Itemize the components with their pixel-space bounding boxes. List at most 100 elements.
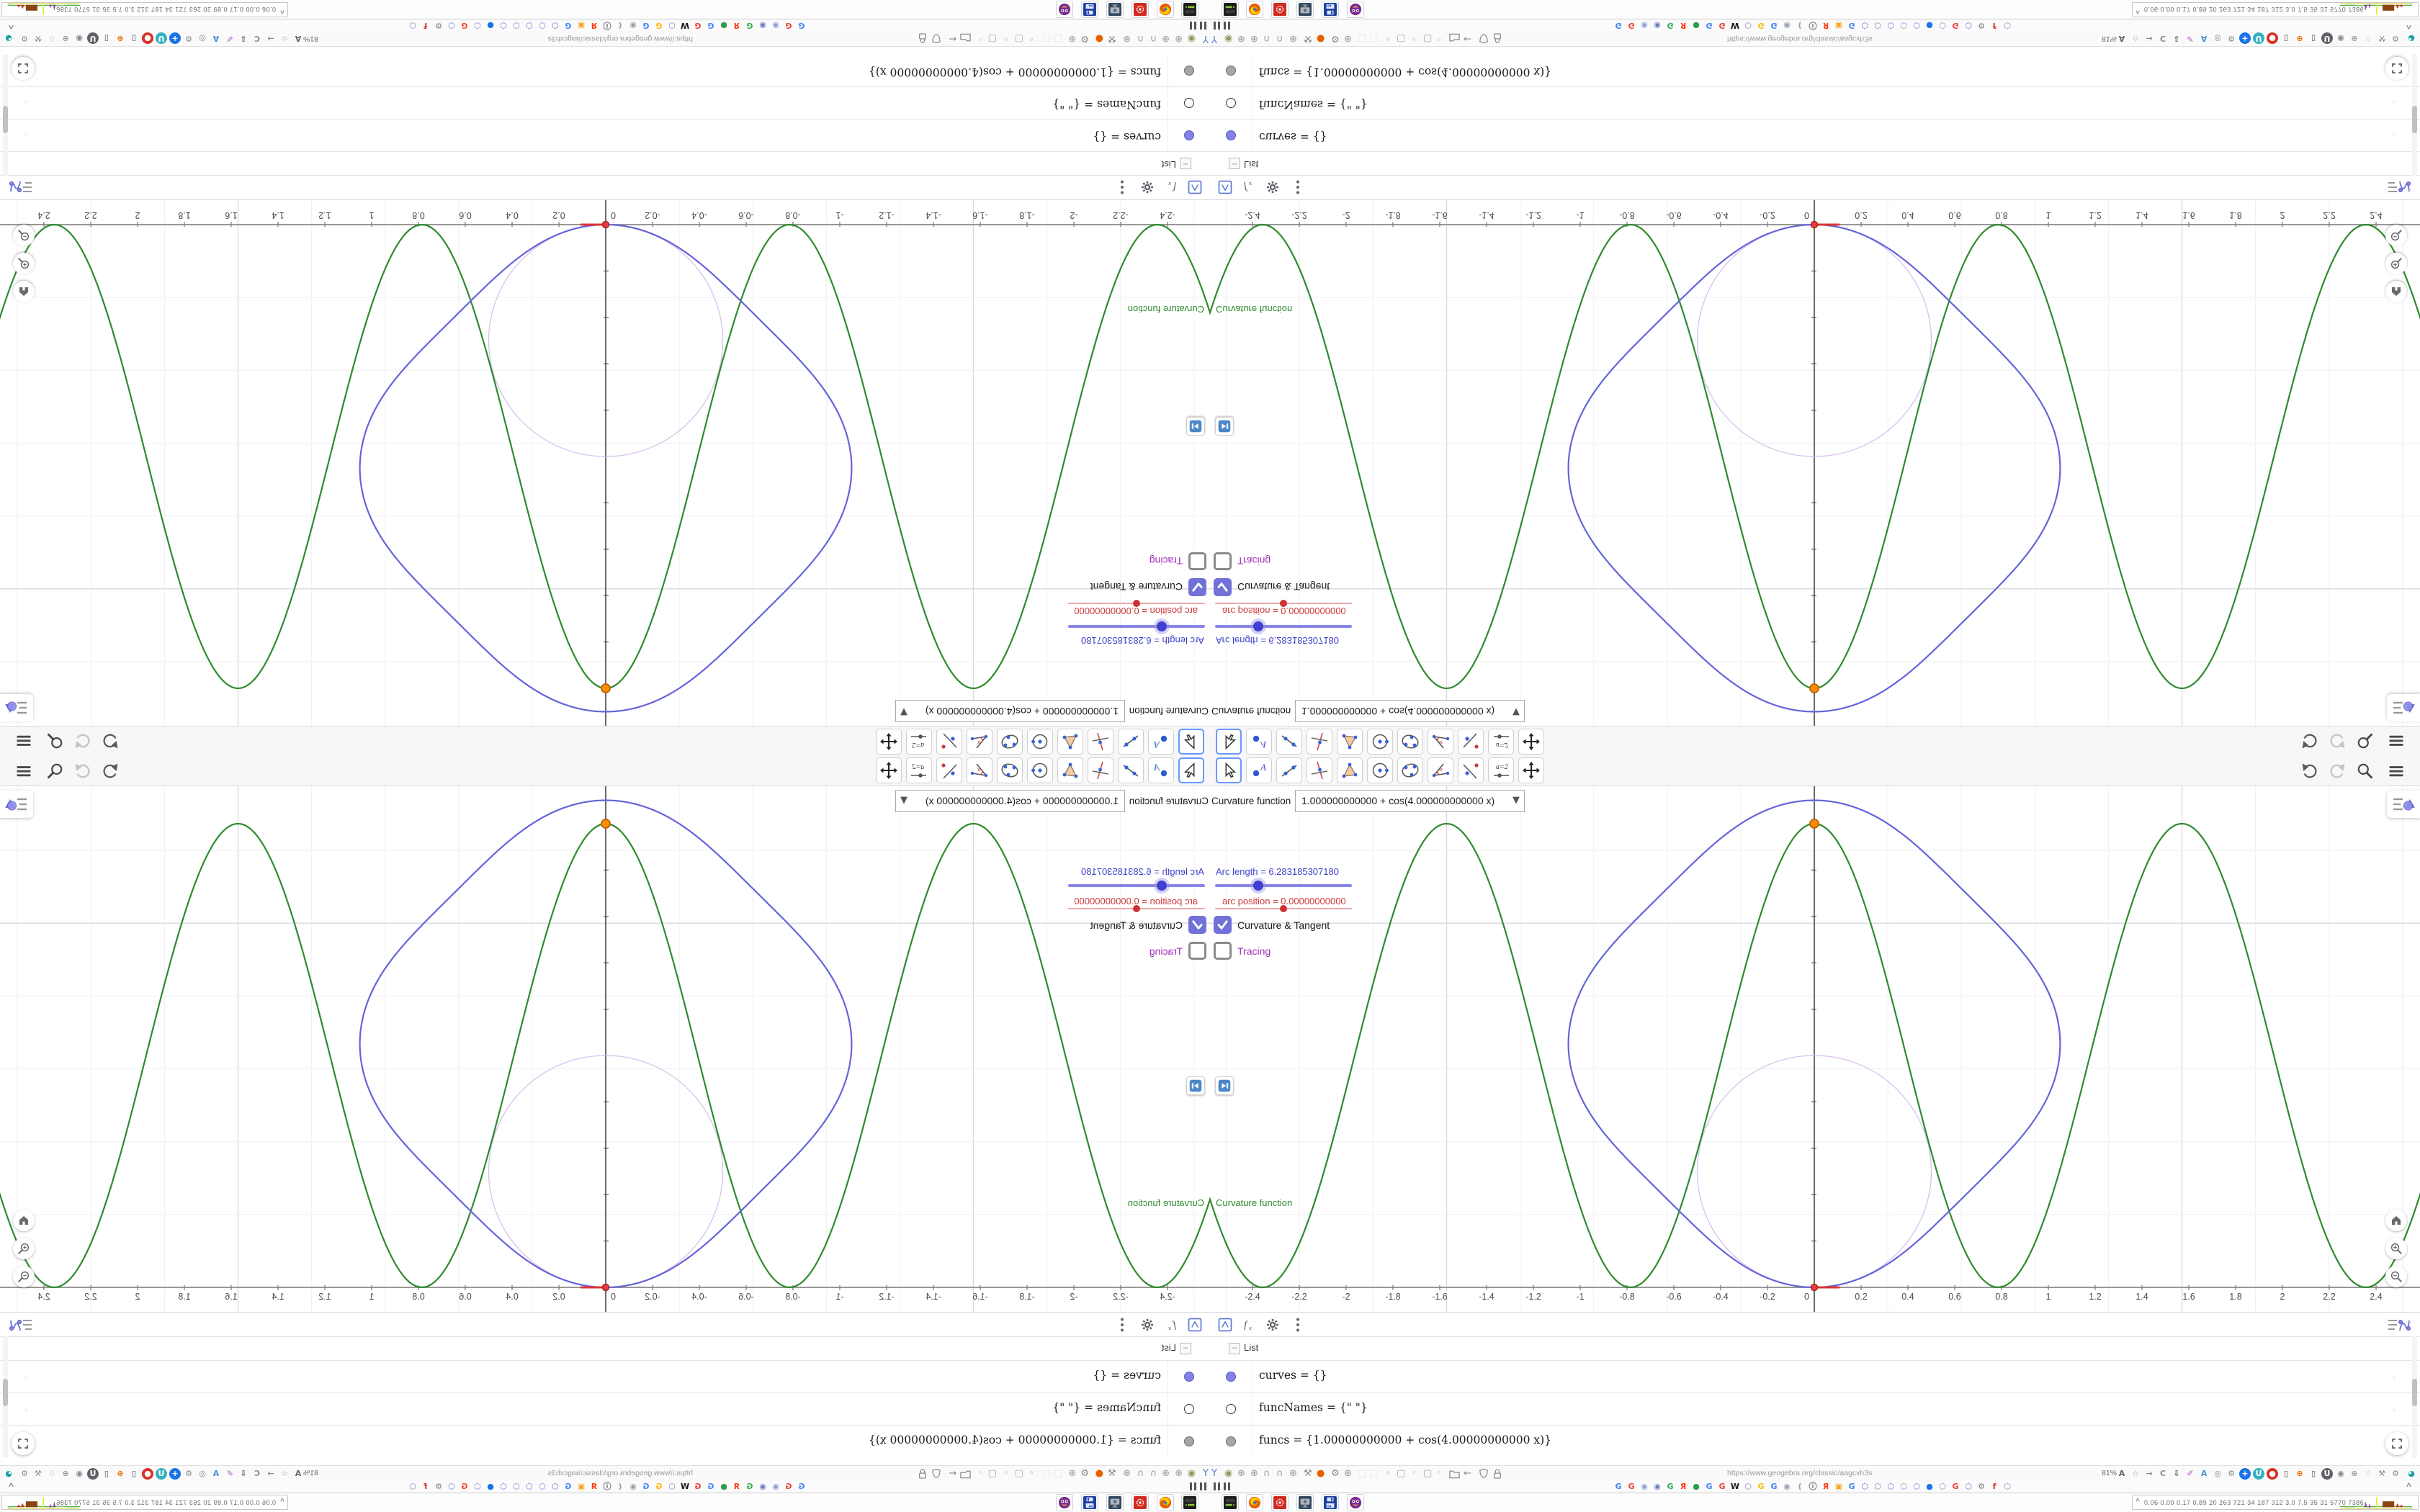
kebab-menu-icon[interactable] [1289,1316,1307,1333]
browser-action-icon[interactable]: ⚙ [19,32,30,44]
browser-action-icon[interactable]: ⚙ [2390,32,2401,44]
ellipse-tool[interactable] [997,729,1023,755]
curvature-tangent-checkbox[interactable] [1188,578,1206,596]
browser-extension-icon[interactable]: ∩ [1150,30,1157,46]
browser-extension-icon[interactable]: ⚒ [1108,30,1116,46]
bookmark-favicon[interactable]: f [421,20,431,30]
algebra-row[interactable]: funcNames = {" "} [1210,1392,2420,1426]
redo-button[interactable] [2326,730,2348,752]
bookmark-favicon[interactable]: ( [615,20,625,30]
bookmark-favicon[interactable]: ⬡ [1873,20,1883,30]
browser-extension-icon[interactable]: ▢ [1397,30,1405,46]
bookmark-favicon[interactable]: ⬡ [1899,20,1909,30]
bookmark-favicon[interactable]: ⬡ [408,20,418,30]
chevron-up-icon[interactable]: ^ [2406,21,2411,31]
bookmark-favicon[interactable]: G [693,1482,703,1492]
browser-action-icon[interactable]: ✐ [2184,1468,2196,1480]
browser-action-icon[interactable]: ⚙ [183,1468,194,1480]
bookmark-favicon[interactable]: ⬡ [472,1482,483,1492]
browser-extension-icon[interactable]: ▢ [1369,1466,1378,1482]
browser-extension-icon[interactable]: ◉ [1224,30,1232,46]
undo-button[interactable] [99,760,121,782]
home-button[interactable] [2385,1210,2407,1231]
browser-action-icon[interactable]: ● [142,32,153,44]
taskbar-app-emulator[interactable]: 64 [1322,1,1339,18]
bookmark-favicon[interactable]: G [563,20,573,30]
arc-length-knob[interactable] [1157,881,1167,891]
redo-button[interactable] [72,760,94,782]
gear-icon[interactable] [1264,1316,1281,1333]
bookmark-favicon[interactable]: ⬡ [447,20,457,30]
visibility-marble[interactable] [1184,1404,1194,1414]
function-chooser-dropdown[interactable]: 1.000000000000 + cos(4.000000000000 x) ▼ [1295,700,1525,722]
bookmark-favicon[interactable]: G [1665,20,1675,30]
browser-extension-icon[interactable]: ● [1095,30,1103,46]
browser-extension-icon[interactable]: ● [1317,1466,1325,1482]
gear-icon[interactable] [1139,1316,1156,1333]
browser-extension-icon[interactable] [960,30,971,46]
browser-extension-icon[interactable]: ⊕ [1289,30,1297,46]
angle-tool[interactable]: α [967,729,992,755]
browser-action-icon[interactable]: ◉ [73,1468,85,1480]
browser-extension-icon[interactable] [1493,1466,1502,1482]
browser-action-icon[interactable]: U [2321,32,2333,44]
browser-action-icon[interactable]: ✐ [224,32,236,44]
perpendicular-line-tool[interactable] [1088,729,1113,755]
pause-icon[interactable] [1190,22,1206,30]
taskbar-app-firefox[interactable] [1157,1,1174,18]
browser-action-icon[interactable]: ☆ [2130,1468,2141,1480]
taskbar-app-disk[interactable] [1181,1,1198,18]
bookmark-favicon[interactable]: ◉ [1652,20,1662,30]
bookmark-favicon[interactable]: G [706,20,716,30]
browser-action-icon[interactable]: ⇩ [2171,32,2182,44]
bookmark-favicon[interactable]: G [1665,1482,1675,1492]
bookmark-favicon[interactable]: ⬡ [550,20,560,30]
bookmark-favicon[interactable]: ◉ [1652,1482,1662,1492]
browser-action-icon[interactable]: + [169,1468,181,1480]
zoom-out-button[interactable] [2385,1266,2407,1287]
move-tool[interactable] [1216,757,1242,783]
fullscreen-button[interactable] [12,57,35,80]
bookmark-favicon[interactable]: G [641,1482,651,1492]
chevron-up-icon[interactable]: ^ [9,1481,14,1491]
list-group-row[interactable]: – List [1210,152,2420,176]
visibility-marble[interactable] [1184,66,1194,76]
bookmark-favicon[interactable]: G [797,20,807,30]
undo-button[interactable] [2299,760,2321,782]
bookmark-favicon[interactable]: G [563,1482,573,1492]
system-monitor-widget[interactable]: ^ 0.06 0.00 0.17 0.89 20 263 721 34 187 … [1,1495,288,1510]
browser-extension-icon[interactable]: ∩ [1150,1466,1157,1482]
tracing-checkbox[interactable] [1188,942,1206,960]
ellipse-tool[interactable] [1397,757,1423,783]
bookmark-favicon[interactable]: ◉ [771,20,781,30]
fx-icon[interactable]: fx [1162,1316,1180,1333]
browser-extension-icon[interactable]: ⊕ [1175,30,1183,46]
bookmark-favicon[interactable]: ⬡ [498,20,508,30]
menu-icon[interactable] [2385,760,2407,782]
browser-extension-icon[interactable]: ⊕ [1250,1466,1258,1482]
row-kebab-icon[interactable] [2389,1367,2399,1385]
bookmark-favicon[interactable]: ◉ [758,20,768,30]
bookmark-favicon[interactable]: ⬡ [1937,1482,1948,1492]
row-kebab-icon[interactable] [21,95,31,112]
browser-action-icon[interactable]: → [265,32,277,44]
arc-position-knob[interactable] [1133,600,1140,607]
browser-action-icon[interactable]: A [2198,1468,2210,1480]
bookmark-favicon[interactable]: ⬡ [1912,1482,1922,1492]
bookmark-favicon[interactable]: ⓘ [1808,1482,1818,1492]
bookmark-favicon[interactable]: ● [485,1482,496,1492]
bookmark-favicon[interactable]: G [654,20,664,30]
reflect-tool[interactable] [936,757,962,783]
bookmark-favicon[interactable]: G [1613,1482,1623,1492]
browser-extension-icon[interactable] [960,1466,971,1482]
browser-extension-icon[interactable]: ● [1095,1466,1103,1482]
fx-icon[interactable]: fx [1240,179,1258,196]
bookmark-favicon[interactable]: ⚙ [434,20,444,30]
open-algebra-view-button[interactable] [0,791,33,818]
browser-action-icon[interactable]: ⚒ [2376,32,2388,44]
browser-extension-icon[interactable] [918,30,927,46]
browser-action-icon[interactable]: ✐ [2184,32,2196,44]
browser-action-icon[interactable]: ⚒ [2376,1468,2388,1480]
taskbar-app-emulator[interactable]: 64 [1081,1,1098,18]
browser-action-icon[interactable]: ⚙ [183,32,194,44]
